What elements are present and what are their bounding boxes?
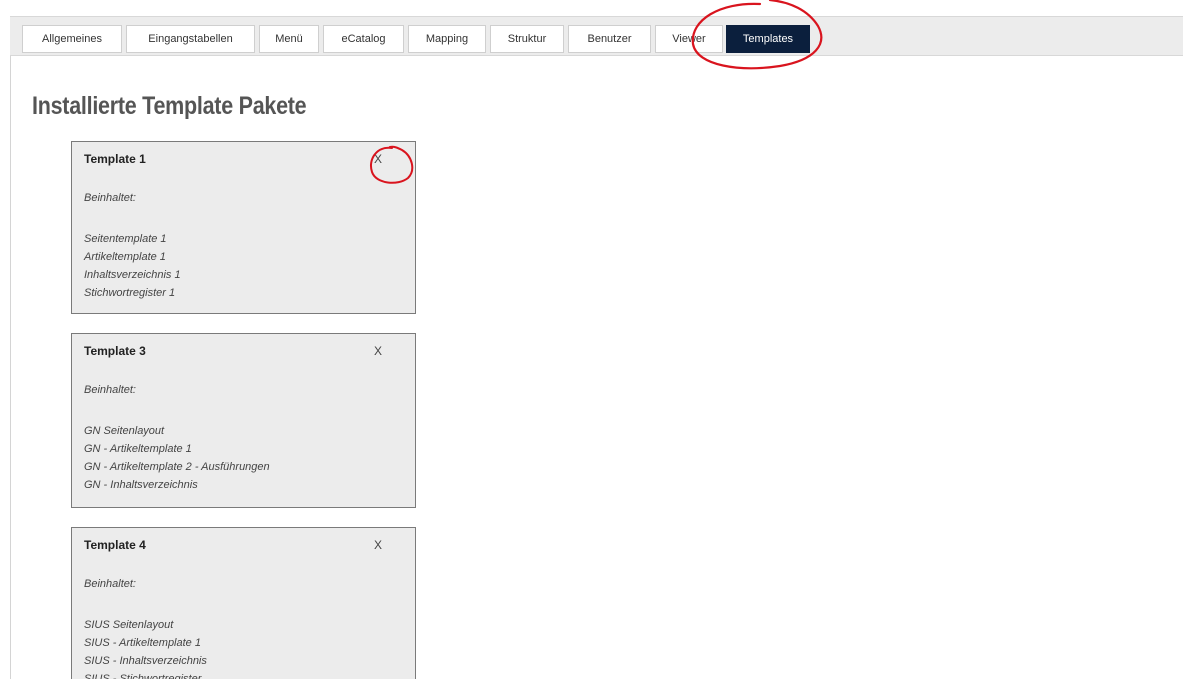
tab-allgemeines[interactable]: Allgemeines bbox=[22, 25, 122, 53]
package-item: GN - Artikeltemplate 2 - Ausführungen bbox=[84, 461, 270, 473]
package-item: SIUS - Artikeltemplate 1 bbox=[84, 637, 201, 649]
package-item: SIUS Seitenlayout bbox=[84, 619, 174, 631]
tab-struktur[interactable]: Struktur bbox=[490, 25, 564, 53]
package-item: SIUS - Stichwortregister bbox=[84, 673, 202, 679]
tab-bar: Allgemeines Eingangstabellen Menü eCatal… bbox=[10, 16, 1183, 56]
package-title: Template 4 bbox=[84, 538, 146, 552]
close-icon[interactable]: X bbox=[374, 344, 382, 358]
close-icon[interactable]: X bbox=[374, 538, 382, 552]
content-left-border bbox=[10, 16, 11, 679]
package-item: GN Seitenlayout bbox=[84, 425, 165, 437]
tab-mapping[interactable]: Mapping bbox=[408, 25, 486, 53]
contains-label: Beinhaltet: bbox=[84, 578, 136, 590]
contains-label: Beinhaltet: bbox=[84, 192, 136, 204]
package-item: Artikeltemplate 1 bbox=[84, 251, 166, 263]
package-item: Seitentemplate 1 bbox=[84, 233, 167, 245]
tab-eingangstabellen[interactable]: Eingangstabellen bbox=[126, 25, 255, 53]
package-item: Stichwortregister 1 bbox=[84, 287, 176, 299]
tab-benutzer[interactable]: Benutzer bbox=[568, 25, 651, 53]
page: Allgemeines Eingangstabellen Menü eCatal… bbox=[0, 0, 1183, 679]
package-items: Seitentemplate 1 Artikeltemplate 1 Inhal… bbox=[84, 230, 181, 302]
template-package-card: Template 3 X Beinhaltet: GN Seitenlayout… bbox=[71, 333, 416, 508]
package-item: GN - Inhaltsverzeichnis bbox=[84, 479, 198, 491]
package-item: SIUS - Inhaltsverzeichnis bbox=[84, 655, 207, 667]
tab-templates[interactable]: Templates bbox=[726, 25, 810, 53]
template-package-card: Template 1 X Beinhaltet: Seitentemplate … bbox=[71, 141, 416, 314]
package-title: Template 1 bbox=[84, 152, 146, 166]
package-items: GN Seitenlayout GN - Artikeltemplate 1 G… bbox=[84, 422, 270, 494]
tab-menue[interactable]: Menü bbox=[259, 25, 319, 53]
package-item: GN - Artikeltemplate 1 bbox=[84, 443, 192, 455]
tab-ecatalog[interactable]: eCatalog bbox=[323, 25, 404, 53]
template-package-card: Template 4 X Beinhaltet: SIUS Seitenlayo… bbox=[71, 527, 416, 679]
package-items: SIUS Seitenlayout SIUS - Artikeltemplate… bbox=[84, 616, 207, 679]
close-icon[interactable]: X bbox=[374, 152, 382, 166]
tab-viewer[interactable]: Viewer bbox=[655, 25, 723, 53]
package-title: Template 3 bbox=[84, 344, 146, 358]
page-title: Installierte Template Pakete bbox=[32, 92, 307, 120]
contains-label: Beinhaltet: bbox=[84, 384, 136, 396]
package-item: Inhaltsverzeichnis 1 bbox=[84, 269, 181, 281]
